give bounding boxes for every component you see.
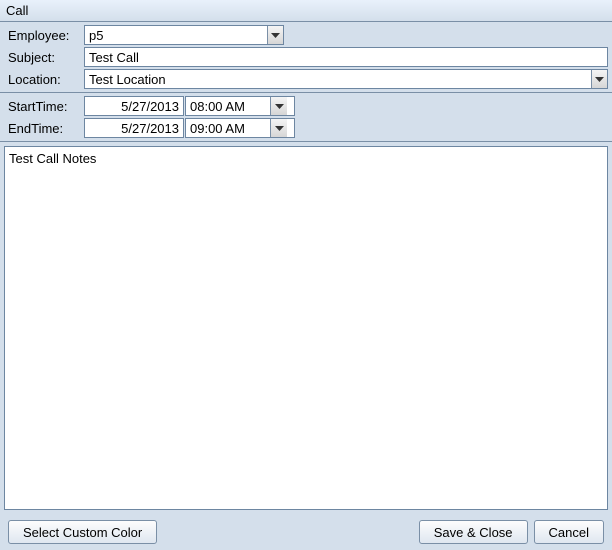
notes-textarea[interactable]	[5, 147, 607, 509]
start-time-input[interactable]	[186, 97, 270, 115]
end-date-input[interactable]	[84, 118, 184, 138]
chevron-down-icon	[595, 77, 604, 82]
select-custom-color-button[interactable]: Select Custom Color	[8, 520, 157, 544]
chevron-down-icon	[271, 33, 280, 38]
subject-label: Subject:	[4, 50, 84, 65]
endtime-label: EndTime:	[4, 121, 84, 136]
employee-input[interactable]	[85, 26, 267, 44]
chevron-down-icon	[275, 126, 284, 131]
employee-combobox[interactable]	[84, 25, 284, 45]
window-title: Call	[0, 0, 612, 21]
start-time-dropdown-button[interactable]	[270, 97, 287, 115]
subject-input[interactable]	[84, 47, 608, 67]
end-time-input[interactable]	[186, 119, 270, 137]
button-bar: Select Custom Color Save & Close Cancel	[0, 514, 612, 550]
start-time-combobox[interactable]	[185, 96, 295, 116]
employee-label: Employee:	[4, 28, 84, 43]
starttime-label: StartTime:	[4, 99, 84, 114]
location-dropdown-button[interactable]	[591, 70, 607, 88]
header-form: Employee: Subject: Location:	[0, 22, 612, 92]
cancel-button[interactable]: Cancel	[534, 520, 604, 544]
location-combobox[interactable]	[84, 69, 608, 89]
location-label: Location:	[4, 72, 84, 87]
location-input[interactable]	[85, 70, 591, 88]
start-date-input[interactable]	[84, 96, 184, 116]
end-time-dropdown-button[interactable]	[270, 119, 287, 137]
time-form: StartTime: EndTime:	[0, 93, 612, 141]
chevron-down-icon	[275, 104, 284, 109]
notes-area	[4, 146, 608, 510]
call-dialog: Call Employee: Subject: Location:	[0, 0, 612, 550]
save-and-close-button[interactable]: Save & Close	[419, 520, 528, 544]
end-time-combobox[interactable]	[185, 118, 295, 138]
employee-dropdown-button[interactable]	[267, 26, 283, 44]
